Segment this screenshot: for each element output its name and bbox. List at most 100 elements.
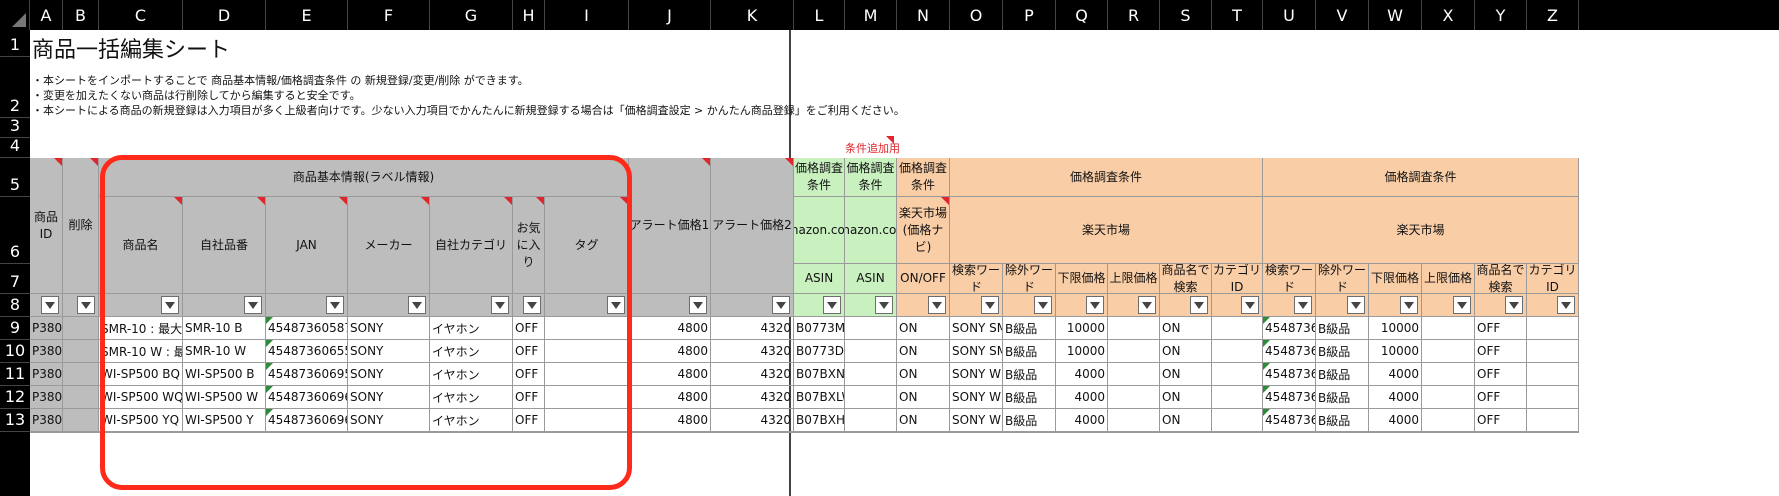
column-header-s[interactable]: S	[1160, 0, 1212, 30]
filter-dropdown-icon[interactable]	[1294, 296, 1312, 314]
filter-dropdown-icon[interactable]	[772, 296, 790, 314]
cell-exclude2-13[interactable]: B級品	[1316, 409, 1369, 432]
row-header-3[interactable]: 3	[0, 116, 30, 138]
cell-exclude2-11[interactable]: B級品	[1316, 363, 1369, 386]
row-header-1[interactable]: 1	[0, 30, 30, 57]
cell-min2-9[interactable]: 10000	[1369, 317, 1422, 340]
filter-dropdown-icon[interactable]	[1400, 296, 1418, 314]
cell-category-9[interactable]: イヤホン	[430, 317, 513, 340]
column-header-e[interactable]: E	[266, 0, 348, 30]
filter-dropdown-icon[interactable]	[689, 296, 707, 314]
column-header-y[interactable]: Y	[1475, 0, 1527, 30]
cell-nameSearch-12[interactable]: ON	[1160, 386, 1212, 409]
cell-asin-13[interactable]: B07BXHNYM2	[794, 409, 845, 432]
cell-category-13[interactable]: イヤホン	[430, 409, 513, 432]
cell-exclude-13[interactable]: B級品	[1003, 409, 1056, 432]
cell-catid2-13[interactable]	[1527, 409, 1579, 432]
cell-row14-p[interactable]	[1003, 432, 1056, 433]
cell-search2-9[interactable]: 4548736058798	[1263, 317, 1316, 340]
cell-tag-11[interactable]	[545, 363, 629, 386]
cell-del-9[interactable]	[63, 317, 99, 340]
column-header-t[interactable]: T	[1212, 0, 1263, 30]
cell-row14-z[interactable]	[1527, 432, 1579, 433]
row-header-8[interactable]: 8	[0, 294, 30, 317]
cell-min-12[interactable]: 4000	[1056, 386, 1108, 409]
row-header-6[interactable]: 6	[0, 197, 30, 264]
row-header-11[interactable]: 11	[0, 363, 30, 386]
cell-row14-u[interactable]	[1263, 432, 1316, 433]
cell-catid2-12[interactable]	[1527, 386, 1579, 409]
cell-jan-13[interactable]: 4548736069688	[266, 409, 348, 432]
cell-sku-12[interactable]: WI-SP500 W	[183, 386, 266, 409]
cell-onoff-11[interactable]: ON	[897, 363, 950, 386]
cell-asin-11[interactable]: B07BXN6KZS	[794, 363, 845, 386]
cell-nameSearch2-10[interactable]: OFF	[1475, 340, 1527, 363]
column-header-d[interactable]: D	[183, 0, 266, 30]
filter-dropdown-icon[interactable]	[1347, 296, 1365, 314]
column-header-w[interactable]: W	[1369, 0, 1422, 30]
filter-dropdown-icon[interactable]	[981, 296, 999, 314]
column-header-j[interactable]: J	[629, 0, 711, 30]
cell-min2-13[interactable]: 4000	[1369, 409, 1422, 432]
cell-catid-13[interactable]	[1212, 409, 1263, 432]
column-header-b[interactable]: B	[63, 0, 99, 30]
cell-row14-r[interactable]	[1108, 432, 1160, 433]
cell-row14-q[interactable]	[1056, 432, 1108, 433]
column-header-f[interactable]: F	[348, 0, 430, 30]
cell-row14-y[interactable]	[1475, 432, 1527, 433]
cell-search-9[interactable]: SONY SMR-10	[950, 317, 1003, 340]
column-header-i[interactable]: I	[545, 0, 629, 30]
cell-catid-9[interactable]	[1212, 317, 1263, 340]
cell-search-13[interactable]: SONY WI-SP5	[950, 409, 1003, 432]
cell-exclude-9[interactable]: B級品	[1003, 317, 1056, 340]
cell-nameSearch-11[interactable]: ON	[1160, 363, 1212, 386]
cell-name-10[interactable]: SMR-10 W : 最大24	[99, 340, 183, 363]
cell-jan-12[interactable]: 4548736069633	[266, 386, 348, 409]
column-header-z[interactable]: Z	[1527, 0, 1579, 30]
select-all-corner[interactable]	[0, 0, 30, 30]
cell-min-13[interactable]: 4000	[1056, 409, 1108, 432]
cell-asin2-12[interactable]	[845, 386, 897, 409]
cell-row14-t[interactable]	[1212, 432, 1263, 433]
cell-tag-12[interactable]	[545, 386, 629, 409]
cell-min-11[interactable]: 4000	[1056, 363, 1108, 386]
cell-id-11[interactable]: P3808391	[30, 363, 63, 386]
cell-nameSearch-10[interactable]: ON	[1160, 340, 1212, 363]
cell-tag-13[interactable]	[545, 409, 629, 432]
cell-max2-11[interactable]	[1422, 363, 1475, 386]
cell-max2-9[interactable]	[1422, 317, 1475, 340]
cell-category-11[interactable]: イヤホン	[430, 363, 513, 386]
cell-alert1-10[interactable]: 4800	[629, 340, 711, 363]
cell-nameSearch2-13[interactable]: OFF	[1475, 409, 1527, 432]
cell-tag-9[interactable]	[545, 317, 629, 340]
cell-row14-j[interactable]	[629, 432, 711, 433]
cell-max-11[interactable]	[1108, 363, 1160, 386]
column-header-r[interactable]: R	[1108, 0, 1160, 30]
filter-dropdown-icon[interactable]	[161, 296, 179, 314]
cell-sku-10[interactable]: SMR-10 W	[183, 340, 266, 363]
cell-max2-10[interactable]	[1422, 340, 1475, 363]
cell-row14-m[interactable]	[845, 432, 897, 433]
cell-name-11[interactable]: WI-SP500 BQ : Blu	[99, 363, 183, 386]
cell-exclude-12[interactable]: B級品	[1003, 386, 1056, 409]
cell-fav-10[interactable]: OFF	[513, 340, 545, 363]
cell-catid-12[interactable]	[1212, 386, 1263, 409]
column-header-g[interactable]: G	[430, 0, 513, 30]
cell-name-9[interactable]: SMR-10 : 最大24時	[99, 317, 183, 340]
cell-min2-12[interactable]: 4000	[1369, 386, 1422, 409]
cell-row14-f[interactable]	[348, 432, 430, 433]
cell-row14-n[interactable]	[897, 432, 950, 433]
cell-sku-9[interactable]: SMR-10 B	[183, 317, 266, 340]
filter-dropdown-icon[interactable]	[408, 296, 426, 314]
cell-min2-11[interactable]: 4000	[1369, 363, 1422, 386]
cell-row14-c[interactable]	[99, 432, 183, 433]
cell-maker-9[interactable]: SONY	[348, 317, 430, 340]
cell-alert1-11[interactable]: 4800	[629, 363, 711, 386]
cell-nameSearch-9[interactable]: ON	[1160, 317, 1212, 340]
filter-dropdown-icon[interactable]	[1138, 296, 1156, 314]
cell-del-10[interactable]	[63, 340, 99, 363]
cell-nameSearch2-11[interactable]: OFF	[1475, 363, 1527, 386]
cell-max-9[interactable]	[1108, 317, 1160, 340]
cell-row14-s[interactable]	[1160, 432, 1212, 433]
cell-nameSearch2-9[interactable]: OFF	[1475, 317, 1527, 340]
